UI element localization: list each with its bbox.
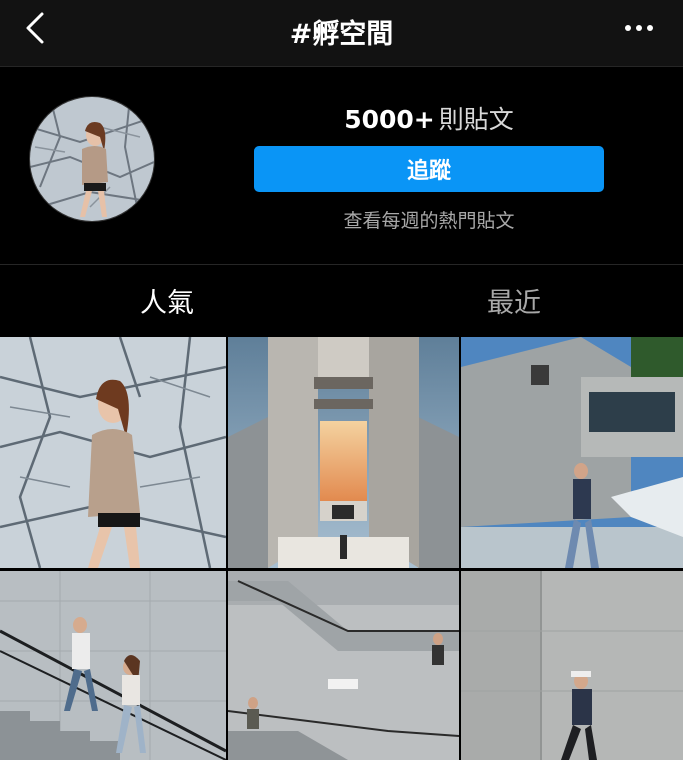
post-count-unit: 則貼文 [438,105,514,134]
grid-tile-5[interactable] [228,571,459,760]
weekly-top-posts-link[interactable]: 查看每週的熱門貼文 [254,206,604,233]
post-count: 5000+ 則貼文 [254,100,604,136]
top-bar: #孵空間 [0,0,683,67]
follow-button[interactable]: 追蹤 [254,146,604,192]
page-title: #孵空間 [289,19,394,50]
grid-tile-1[interactable] [0,337,226,568]
hashtag-avatar [29,96,155,222]
more-options-icon[interactable] [618,14,660,42]
grid-tile-4[interactable] [0,571,226,760]
tab-recent[interactable]: 最近 [487,281,541,320]
post-count-number: 5000+ [344,105,435,134]
grid-tile-6[interactable] [461,571,683,760]
tab-top[interactable]: 人氣 [140,281,194,320]
tab-bar: 人氣 最近 [0,264,683,337]
grid-tile-3[interactable] [461,337,683,568]
grid-tile-2[interactable] [228,337,459,568]
